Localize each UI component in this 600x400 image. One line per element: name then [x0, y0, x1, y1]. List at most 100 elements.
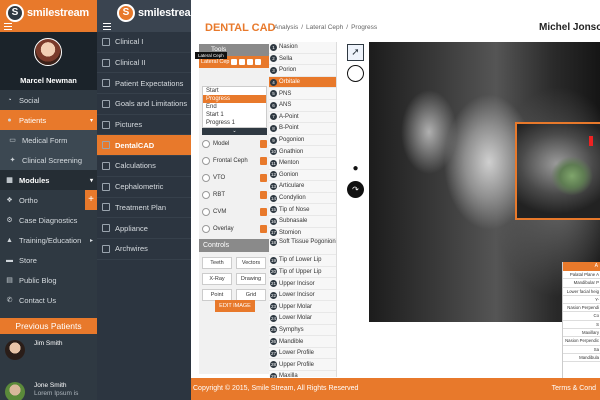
- radio-button[interactable]: [202, 174, 210, 182]
- document-icon[interactable]: [260, 157, 267, 165]
- landmark-item[interactable]: 10 Gnathion: [269, 146, 336, 158]
- nav-item-public-blog[interactable]: ▤ Public Blog: [0, 270, 97, 290]
- menu-icon[interactable]: [4, 23, 12, 30]
- landmark-item[interactable]: 16 Subnasale: [269, 216, 336, 228]
- progress-item[interactable]: End: [203, 103, 266, 111]
- module-item-clinical-i[interactable]: Clinical I: [97, 32, 191, 53]
- nav-item-medical-form[interactable]: ▭ Medical Form: [0, 130, 97, 150]
- nav-item-modules[interactable]: ▦ Modules ▾: [0, 170, 97, 190]
- chevron-down-icon[interactable]: ⌄: [202, 128, 267, 135]
- module-item-dentalcad[interactable]: DentalCAD: [97, 135, 191, 157]
- zoom-icon[interactable]: ●: [347, 160, 364, 177]
- nav-item-contact-us[interactable]: ✆ Contact Us: [0, 290, 97, 310]
- control-button-teeth[interactable]: Teeth: [202, 257, 232, 269]
- radio-button[interactable]: [202, 225, 210, 233]
- progress-item[interactable]: Progress 1: [203, 119, 266, 127]
- landmark-item[interactable]: 25 Symphys: [269, 325, 336, 337]
- patient-item[interactable]: Jim Smith: [0, 336, 97, 370]
- module-item-appliance[interactable]: Appliance: [97, 218, 191, 239]
- landmark-item[interactable]: 20 Tip of Upper Lip: [269, 267, 336, 279]
- document-icon[interactable]: [260, 174, 267, 182]
- landmark-item[interactable]: 28 Upper Profile: [269, 359, 336, 372]
- progress-item[interactable]: Start 1: [203, 111, 266, 119]
- control-button-drawing[interactable]: Drawing: [236, 273, 266, 285]
- save-icon[interactable]: [255, 59, 262, 65]
- progress-item[interactable]: Progress: [203, 95, 266, 103]
- plus-icon[interactable]: +: [85, 190, 97, 210]
- control-button-x-ray[interactable]: X-Ray: [202, 273, 232, 285]
- landmark-item[interactable]: 27 Lower Profile: [269, 348, 336, 360]
- module-item-cephalometric[interactable]: Cephalometric: [97, 177, 191, 198]
- terms-link[interactable]: Terms & Cond: [552, 378, 596, 400]
- landmark-item[interactable]: 26 Mandible: [269, 336, 336, 348]
- module-item-archwires[interactable]: Archwires: [97, 239, 191, 260]
- landmark-item[interactable]: 21 Upper Incisor: [269, 278, 336, 290]
- breadcrumb-item[interactable]: Progress: [351, 24, 377, 31]
- pointer-icon[interactable]: ➚: [347, 44, 364, 61]
- magnifier-loupe[interactable]: [515, 122, 600, 220]
- landmark-item[interactable]: 8 B-Point: [269, 123, 336, 135]
- menu-icon[interactable]: [103, 23, 111, 30]
- landmark-item[interactable]: 11 Menton: [269, 158, 336, 170]
- landmark-item[interactable]: 7 A-Point: [269, 112, 336, 124]
- landmark-item[interactable]: 6 ANS: [269, 100, 336, 112]
- edit-icon[interactable]: [231, 59, 238, 65]
- landmark-item[interactable]: 1 Nasion: [269, 42, 336, 54]
- nav-item-ortho[interactable]: ❖ Ortho +: [0, 190, 97, 210]
- landmark-item[interactable]: 9 Pogonion: [269, 135, 336, 147]
- nav-item-store[interactable]: ▬ Store: [0, 250, 97, 270]
- nav-item-clinical-screening[interactable]: ✦ Clinical Screening: [0, 150, 97, 170]
- breadcrumb-item[interactable]: Analysis: [274, 24, 298, 31]
- radio-button[interactable]: [202, 208, 210, 216]
- document-icon[interactable]: [260, 225, 267, 233]
- document-icon[interactable]: [260, 191, 267, 199]
- progress-item[interactable]: Start: [203, 87, 266, 95]
- analysis-row[interactable]: Model: [202, 136, 267, 152]
- landmark-item[interactable]: 12 Gonion: [269, 170, 336, 182]
- analysis-row[interactable]: CVM: [202, 204, 267, 220]
- landmark-item[interactable]: 18 Soft Tissue Pogonion: [269, 239, 336, 256]
- redo-icon[interactable]: ↷: [347, 181, 364, 198]
- nav-item-social[interactable]: ◔ Social: [0, 90, 97, 110]
- circle-icon[interactable]: [347, 65, 364, 82]
- analysis-row[interactable]: RBT: [202, 187, 267, 203]
- landmark-item[interactable]: 3 Porion: [269, 65, 336, 77]
- control-button-vectors[interactable]: Vectors: [236, 257, 266, 269]
- analysis-row[interactable]: Frontal Ceph: [202, 153, 267, 169]
- landmark-item[interactable]: 4 Orbitale: [269, 76, 336, 89]
- landmark-item[interactable]: 5 PNS: [269, 88, 336, 100]
- nav-item-training-education[interactable]: ▲ Training/Education ▸: [0, 230, 97, 250]
- module-item-patient-expectations[interactable]: Patient Expectations: [97, 73, 191, 95]
- landmark-item[interactable]: 14 Condylion: [269, 193, 336, 205]
- breadcrumb-item[interactable]: Lateral Ceph: [306, 24, 343, 31]
- edit-image-button[interactable]: EDIT IMAGE: [215, 300, 255, 312]
- landmark-item[interactable]: 23 Upper Molar: [269, 301, 336, 314]
- radio-button[interactable]: [202, 157, 210, 165]
- patient-item[interactable]: Jone Smith Lorem Ipsum is: [0, 378, 97, 400]
- module-item-calculations[interactable]: Calculations: [97, 156, 191, 177]
- copy-icon[interactable]: [247, 59, 254, 65]
- landmark-item[interactable]: 24 Lower Molar: [269, 313, 336, 325]
- logo[interactable]: S smilestream: [6, 4, 89, 22]
- landmark-item[interactable]: 22 Lower Incisor: [269, 290, 336, 302]
- landmark-item[interactable]: 15 Tip of Nose: [269, 204, 336, 216]
- module-item-treatment-plan[interactable]: Treatment Plan: [97, 198, 191, 219]
- module-item-clinical-ii[interactable]: Clinical II: [97, 53, 191, 74]
- document-icon[interactable]: [260, 208, 267, 216]
- module-item-pictures[interactable]: Pictures: [97, 115, 191, 136]
- radio-button[interactable]: [202, 191, 210, 199]
- logo[interactable]: S smilestrea: [117, 4, 191, 22]
- landmark-item[interactable]: 2 Sella: [269, 54, 336, 66]
- nav-item-patients[interactable]: ● Patients ▾: [0, 110, 97, 130]
- radio-button[interactable]: [202, 140, 210, 148]
- landmark-item[interactable]: 19 Tip of Lower Lip: [269, 255, 336, 267]
- analysis-row[interactable]: VTO: [202, 170, 267, 186]
- delete-icon[interactable]: [239, 59, 246, 65]
- landmark-item[interactable]: 13 Articulare: [269, 181, 336, 193]
- analysis-row[interactable]: Overlay: [202, 221, 267, 237]
- nav-item-case-diagnostics[interactable]: ⚙ Case Diagnostics: [0, 210, 97, 230]
- document-icon[interactable]: [260, 140, 267, 148]
- module-item-goals-and-limitations[interactable]: Goals and Limitations: [97, 94, 191, 115]
- avatar[interactable]: [34, 38, 62, 66]
- landmark-item[interactable]: 17 Stomion: [269, 228, 336, 240]
